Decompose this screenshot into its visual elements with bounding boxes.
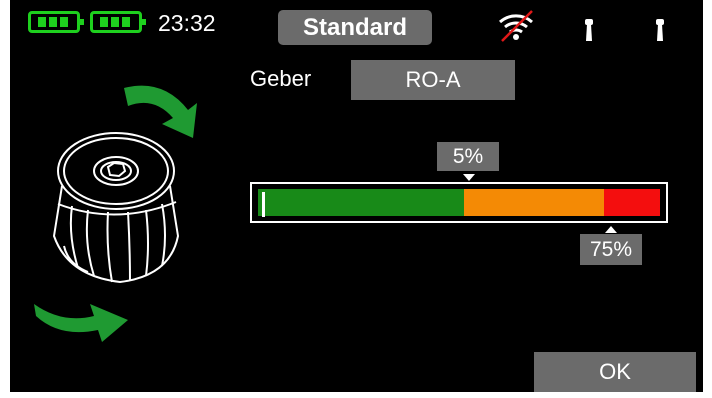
range-segment (603, 189, 660, 216)
battery-1-icon (28, 11, 84, 33)
low-limit-marker-icon (463, 174, 475, 181)
ok-button[interactable]: OK (534, 352, 696, 392)
transmitter-screen: 23:32 Standard Geber RO-A 5% 75% OK (10, 0, 703, 392)
high-limit-value[interactable]: 75% (580, 234, 642, 265)
rotary-knob-icon (34, 85, 197, 342)
battery-2-icon (90, 11, 146, 33)
curved-arrow-clockwise-icon (34, 304, 128, 342)
low-limit-value[interactable]: 5% (437, 142, 499, 171)
high-limit-marker-icon (605, 226, 617, 233)
position-needle (262, 192, 265, 217)
geber-select[interactable]: RO-A (351, 60, 515, 100)
range-bar (250, 182, 668, 223)
antenna-icon (656, 19, 664, 41)
range-track (258, 189, 660, 216)
range-segment (463, 189, 604, 216)
range-segment (258, 189, 464, 216)
geber-label: Geber (250, 66, 312, 91)
curved-arrow-clockwise-icon (124, 85, 197, 138)
wifi-disconnected-icon (499, 10, 533, 42)
mode-button[interactable]: Standard (278, 10, 432, 45)
clock: 23:32 (158, 10, 216, 36)
antenna-icon (585, 19, 593, 41)
